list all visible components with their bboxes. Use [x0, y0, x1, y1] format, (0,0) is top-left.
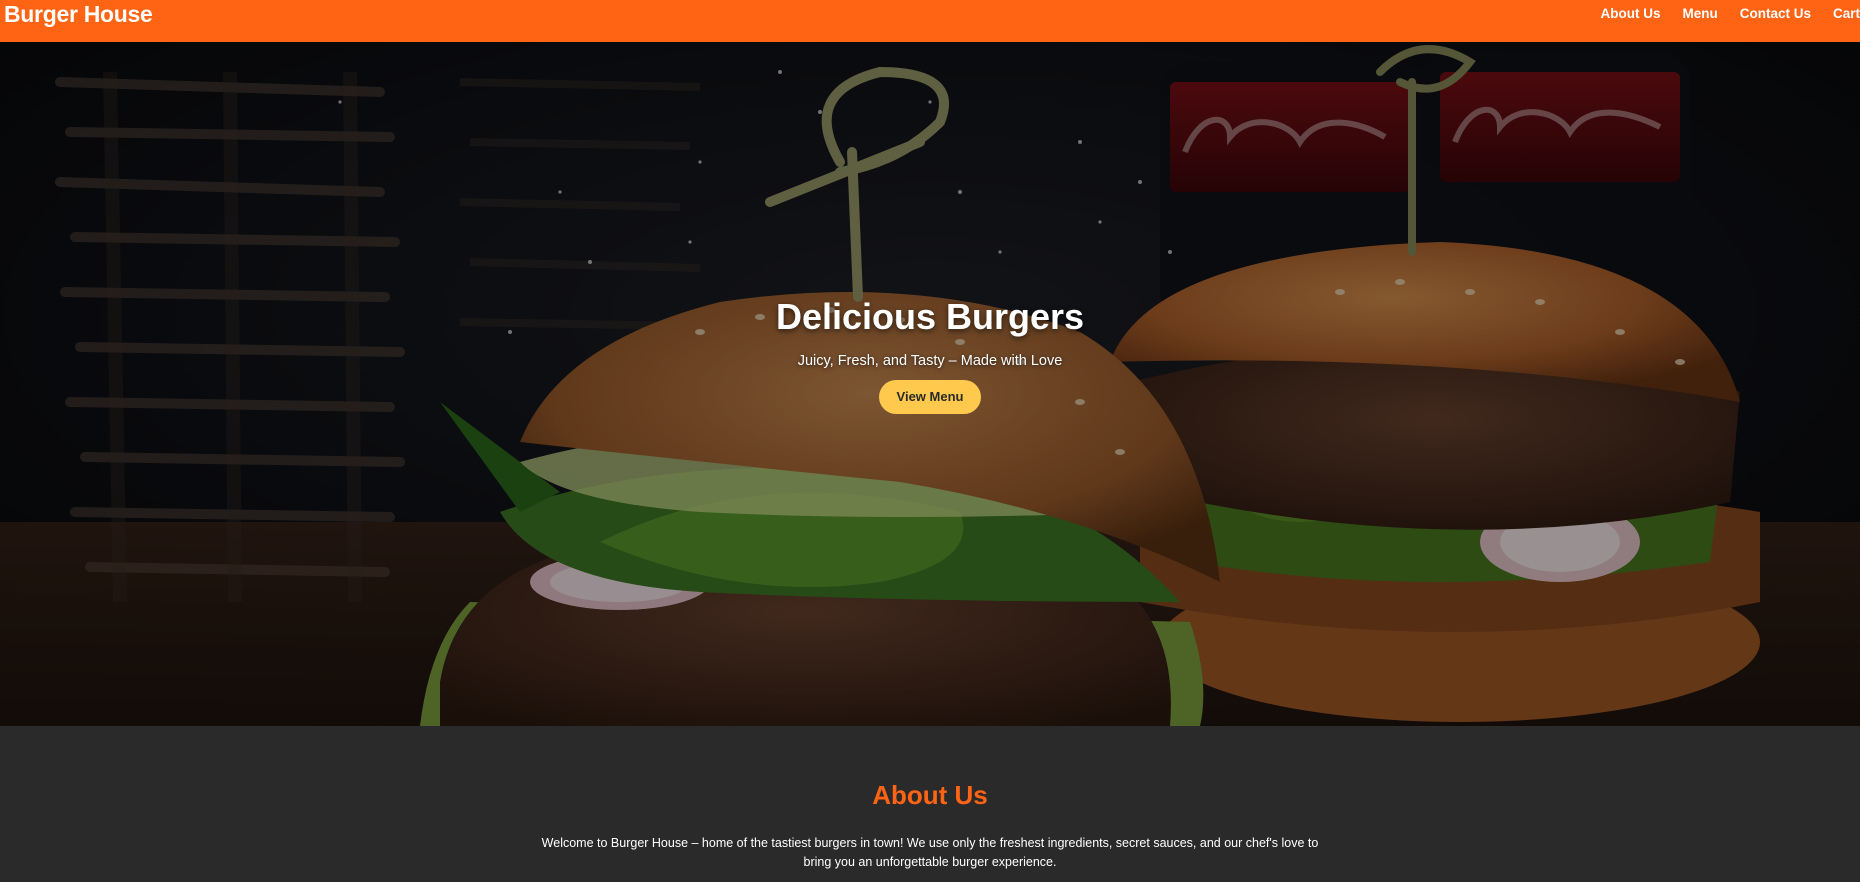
main-nav: About Us Menu Contact Us Cart: [1578, 0, 1860, 22]
hero-section: Delicious Burgers Juicy, Fresh, and Tast…: [0, 42, 1860, 726]
brand-logo[interactable]: Burger House: [0, 0, 153, 27]
about-section: About Us Welcome to Burger House – home …: [0, 726, 1860, 882]
nav-link-cart[interactable]: Cart: [1833, 6, 1860, 22]
hero-title: Delicious Burgers: [775, 296, 1085, 337]
nav-link-about[interactable]: About Us: [1600, 6, 1660, 22]
about-text: Welcome to Burger House – home of the ta…: [541, 836, 1319, 869]
site-header: Burger House About Us Menu Contact Us Ca…: [0, 0, 1860, 42]
about-title: About Us: [872, 780, 988, 810]
view-menu-button[interactable]: View Menu: [878, 380, 982, 414]
nav-link-menu[interactable]: Menu: [1682, 6, 1717, 22]
hero-content: Delicious Burgers Juicy, Fresh, and Tast…: [0, 294, 1860, 414]
hero-subtitle: Juicy, Fresh, and Tasty – Made with Love: [797, 353, 1063, 369]
nav-link-contact[interactable]: Contact Us: [1740, 6, 1811, 22]
